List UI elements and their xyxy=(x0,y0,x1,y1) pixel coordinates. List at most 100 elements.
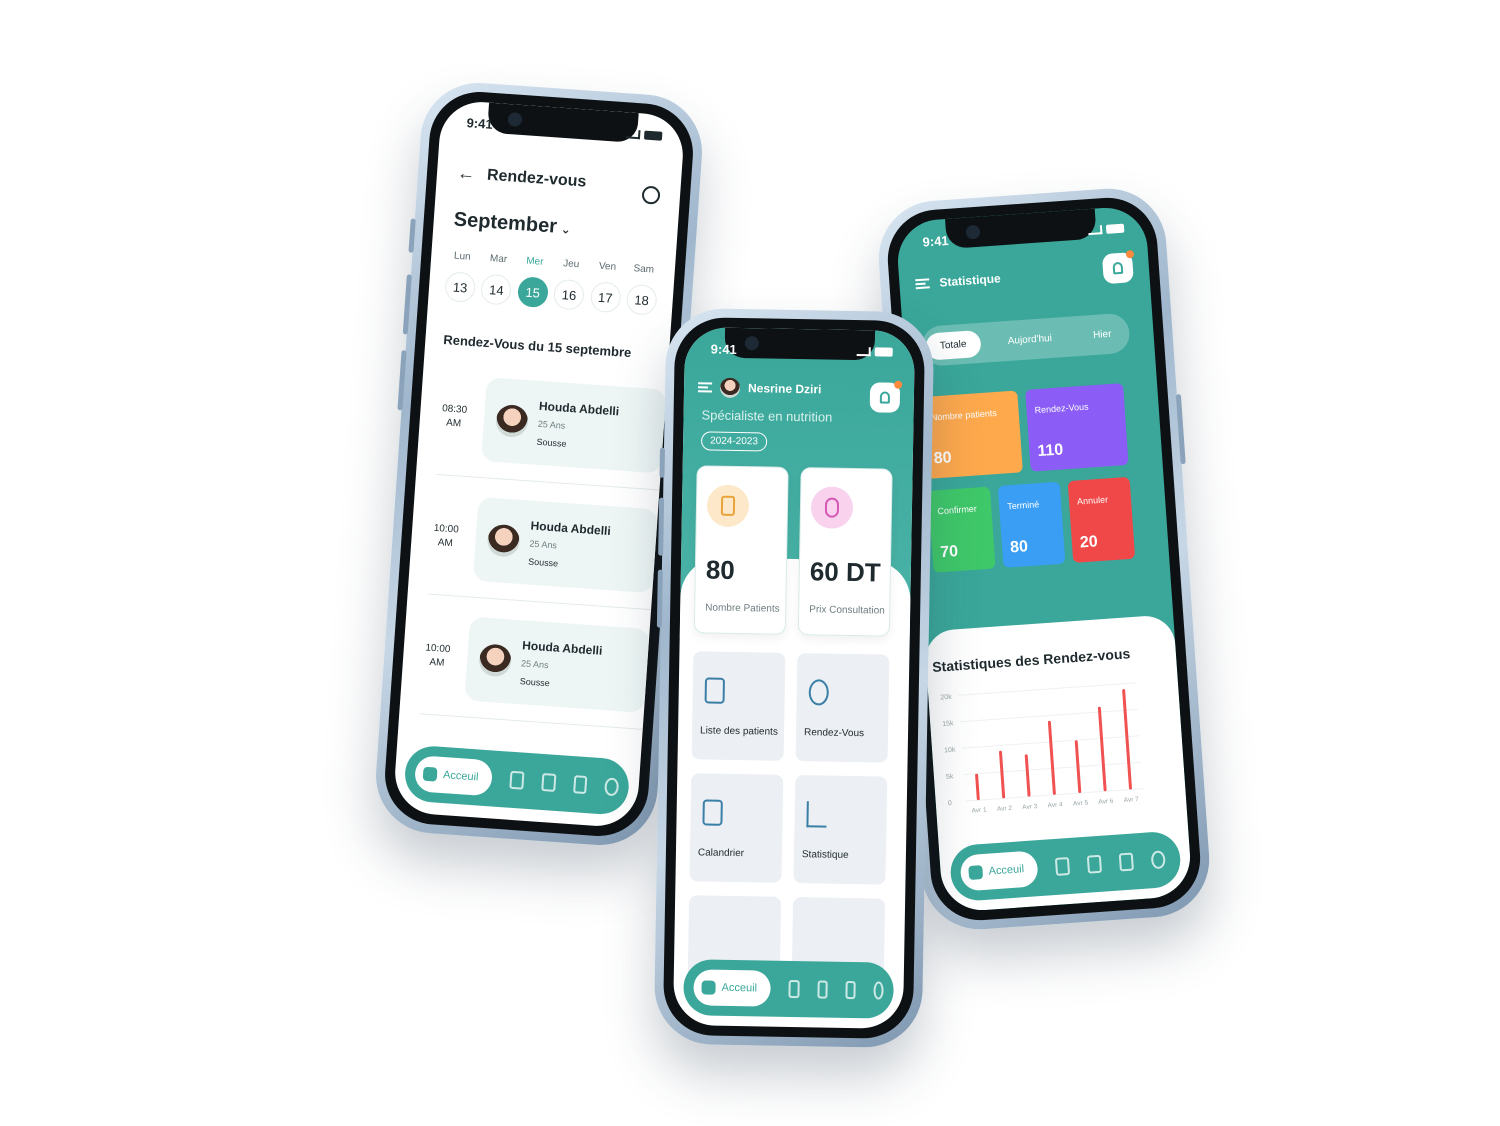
kpi-label: Annuler xyxy=(1076,494,1109,507)
chevron-down-icon: ⌄ xyxy=(560,221,572,237)
day-item[interactable]: Jeu 16 xyxy=(551,258,588,311)
card-nombre-patients[interactable]: 80 Nombre Patients xyxy=(693,465,789,635)
time-ampm: AM xyxy=(429,656,445,669)
day-number: 17 xyxy=(589,281,622,314)
stat-label: Prix Consultation xyxy=(809,604,885,617)
chat-icon[interactable] xyxy=(873,981,884,1000)
home-icon xyxy=(422,766,438,782)
tile-label: Calandrier xyxy=(697,847,745,860)
status-bar: 9:41 xyxy=(711,339,893,360)
price-tag-icon xyxy=(810,486,854,530)
volume-down-button xyxy=(656,569,663,628)
chart-bar[interactable] xyxy=(1047,720,1056,795)
tab-aujourdhui[interactable]: Aujord'hui xyxy=(993,323,1067,355)
document-icon[interactable] xyxy=(817,980,828,999)
day-number: 18 xyxy=(625,283,658,316)
stat-value: 60 DT xyxy=(809,556,881,588)
day-item[interactable]: Sam 18 xyxy=(624,263,661,316)
patient-age: 25 Ans xyxy=(529,538,558,551)
power-button xyxy=(1175,394,1186,465)
back-arrow-icon[interactable]: ← xyxy=(456,163,475,185)
battery-icon xyxy=(1105,223,1125,234)
avatar[interactable] xyxy=(719,377,741,399)
nav-home-label: Acceuil xyxy=(988,863,1025,878)
appointment-card[interactable]: Houda Abdelli 25 Ans Sousse xyxy=(472,496,659,594)
settings-gear-icon[interactable] xyxy=(641,185,661,205)
notification-dot xyxy=(894,380,903,389)
signal-icon xyxy=(1087,224,1103,235)
calendar-icon[interactable] xyxy=(572,775,588,795)
appointment-time: 08:30 AM xyxy=(433,402,475,433)
page-title: Statistique xyxy=(938,271,1002,290)
day-item[interactable]: Lun 13 xyxy=(442,250,479,304)
kpi-nombre-patients[interactable]: Nombre patients 80 xyxy=(921,390,1023,479)
day-name: Ven xyxy=(598,260,617,273)
y-tick-label: 10k xyxy=(944,747,956,755)
y-tick-label: 15k xyxy=(942,720,954,728)
calendar-icon[interactable] xyxy=(1119,852,1135,872)
bottom-nav: Acceuil xyxy=(683,959,895,1019)
nav-home-button[interactable]: Acceuil xyxy=(959,850,1040,892)
patient-city: Sousse xyxy=(536,436,567,449)
section-title: Rendez-Vous du 15 septembre xyxy=(442,332,632,361)
calendar-icon[interactable] xyxy=(845,980,856,1000)
month-selector[interactable]: September ⌄ xyxy=(453,208,572,239)
patient-file-icon xyxy=(706,484,750,528)
avatar xyxy=(478,643,513,678)
kpi-annuler[interactable]: Annuler 20 xyxy=(1067,476,1136,563)
appointment-clock-icon xyxy=(808,679,829,706)
tile-label: Statistique xyxy=(801,849,849,861)
tile-liste-patients[interactable]: Liste des patients xyxy=(691,651,786,761)
year-badge[interactable]: 2024-2023 xyxy=(700,431,768,452)
appointment-card[interactable]: Houda Abdelli 25 Ans Sousse xyxy=(464,616,650,713)
patients-icon[interactable] xyxy=(1055,856,1071,876)
x-tick-label: Avr 2 xyxy=(997,805,1013,813)
time-ampm: AM xyxy=(445,417,462,430)
menu-icon[interactable] xyxy=(915,278,930,290)
x-tick-label: Avr 4 xyxy=(1047,801,1063,809)
chat-icon[interactable] xyxy=(604,777,620,797)
kpi-label: Terminé xyxy=(1006,499,1040,512)
kpi-termine[interactable]: Terminé 80 xyxy=(997,481,1066,568)
chart-bar[interactable] xyxy=(1024,754,1031,797)
chart-bar[interactable] xyxy=(1097,706,1107,792)
card-prix-consultation[interactable]: 60 DT Prix Consultation xyxy=(797,467,893,637)
kpi-label: Nombre patients xyxy=(930,407,998,423)
patients-icon[interactable] xyxy=(509,770,525,790)
document-icon[interactable] xyxy=(1087,854,1103,874)
appointment-card[interactable]: Houda Abdelli 25 Ans Sousse xyxy=(481,377,667,474)
menu-icon[interactable] xyxy=(697,382,713,393)
document-icon[interactable] xyxy=(541,773,557,792)
mute-button xyxy=(408,218,416,253)
tile-statistique[interactable]: Statistique xyxy=(793,775,888,885)
tile-calandrier[interactable]: Calandrier xyxy=(689,773,784,883)
battery-icon xyxy=(643,130,663,141)
day-item[interactable]: Ven 17 xyxy=(587,260,624,314)
kpi-confirmer[interactable]: Confirmer 70 xyxy=(927,486,996,573)
kpi-rendez-vous[interactable]: Rendez-Vous 110 xyxy=(1025,383,1129,472)
tile-rendez-vous[interactable]: Rendez-Vous xyxy=(795,653,890,763)
x-tick-label: Avr 7 xyxy=(1124,796,1140,804)
appointment-row[interactable]: 10:00 AM Houda Abdelli 25 Ans Sousse xyxy=(414,609,650,717)
patients-icon[interactable] xyxy=(788,979,800,999)
appointment-row[interactable]: 10:00 AM Houda Abdelli 25 Ans Sousse xyxy=(423,489,659,597)
appointment-time: 10:00 AM xyxy=(416,641,458,672)
nav-home-button[interactable]: Acceuil xyxy=(413,755,494,797)
day-item[interactable]: Mar 14 xyxy=(478,253,515,306)
volume-down-button xyxy=(397,350,407,411)
chart-bar[interactable] xyxy=(975,773,980,801)
notification-bell-icon[interactable] xyxy=(869,380,903,413)
notification-bell-icon[interactable] xyxy=(1101,249,1135,285)
tab-hier[interactable]: Hier xyxy=(1078,319,1126,349)
chat-icon[interactable] xyxy=(1151,850,1167,870)
chart-bar[interactable] xyxy=(999,750,1006,799)
tab-totale[interactable]: Totale xyxy=(924,329,982,361)
kpi-value: 110 xyxy=(1036,441,1064,461)
nav-home-label: Acceuil xyxy=(721,981,758,995)
appointment-row[interactable]: 08:30 AM Houda Abdelli 25 Ans Sousse xyxy=(431,370,667,478)
day-item-selected[interactable]: Mer 15 xyxy=(515,255,552,309)
nav-home-button[interactable]: Acceuil xyxy=(693,969,772,1007)
user-name: Nesrine Dziri xyxy=(747,381,822,397)
chart-bar[interactable] xyxy=(1122,689,1132,790)
patient-name: Houda Abdelli xyxy=(538,398,620,419)
